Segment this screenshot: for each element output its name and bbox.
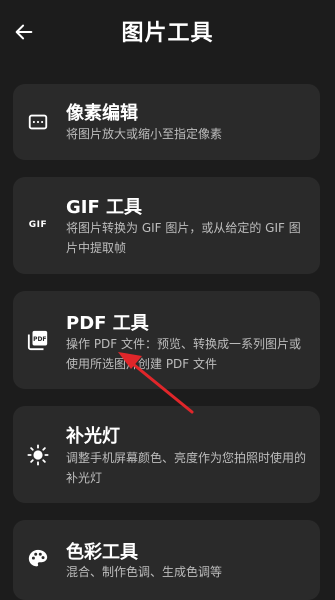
tool-title: 像素编辑 [66,103,138,124]
tool-description: 调整手机屏幕颜色、亮度作为您拍照时使用的补光灯 [66,451,307,485]
tool-description: 混合、制作色调、生成色调等 [66,565,223,579]
tool-title: 色彩工具 [66,542,138,563]
brightness-icon [27,444,49,466]
pdf-icon: PDF [27,329,49,351]
gif-icon: GIF [28,220,48,230]
tool-card-fill-light[interactable]: 补光灯 调整手机屏幕颜色、亮度作为您拍照时使用的补光灯 [13,406,320,503]
tool-card-pixel-edit[interactable]: 像素编辑 将图片放大或缩小至指定像素 [13,84,320,160]
tool-card-color-tools[interactable]: 色彩工具 混合、制作色调、生成色调等 [13,520,320,600]
palette-icon [27,548,49,570]
tool-card-gif[interactable]: GIF GIF 工具 将图片转换为 GIF 图片，或从给定的 GIF 图片中提取… [13,177,320,274]
tool-title: PDF 工具 [66,313,149,334]
tool-title: 补光灯 [66,426,120,447]
svg-text:PDF: PDF [33,336,46,343]
app-bar: 图片工具 [0,0,335,62]
page-title: 图片工具 [121,21,214,46]
tool-description: 将图片放大或缩小至指定像素 [66,127,223,141]
tool-card-pdf[interactable]: PDF PDF 工具 操作 PDF 文件：预览、转换成一系列图片或使用所选图片创… [13,291,320,389]
tool-description: 将图片转换为 GIF 图片，或从给定的 GIF 图片中提取帧 [66,221,301,255]
tool-title: GIF 工具 [66,197,143,218]
tool-description: 操作 PDF 文件：预览、转换成一系列图片或使用所选图片创建 PDF 文件 [66,337,302,371]
pixel-grid-icon [27,111,49,133]
